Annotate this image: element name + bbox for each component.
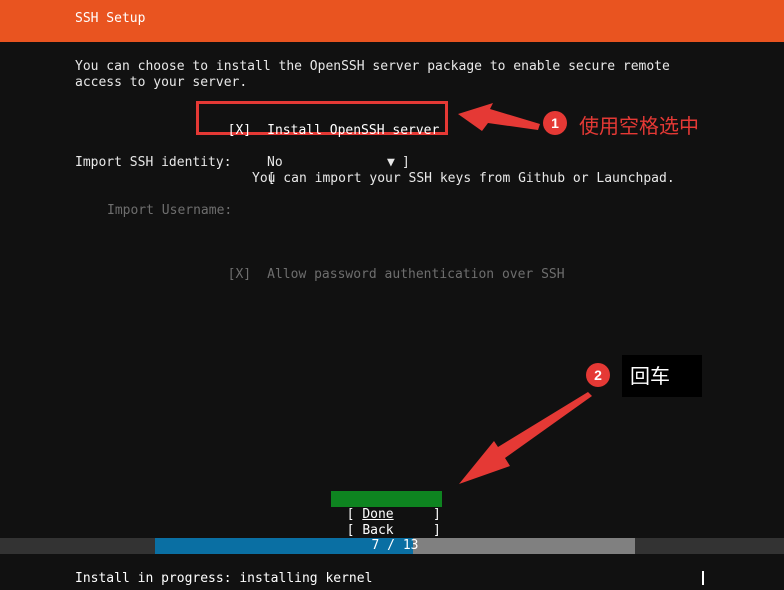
annotation-arrow-1	[458, 103, 540, 131]
annotation-note-2: 回车	[630, 364, 670, 388]
annotation-note-1: 使用空格选中	[579, 114, 699, 138]
annotation-callout: 回车	[622, 355, 702, 397]
annotation-arrows	[458, 103, 592, 484]
annotation-badge-1: 1	[543, 111, 567, 135]
annotation-badge-2: 2	[586, 363, 610, 387]
annotation-arrow-2	[459, 392, 592, 484]
